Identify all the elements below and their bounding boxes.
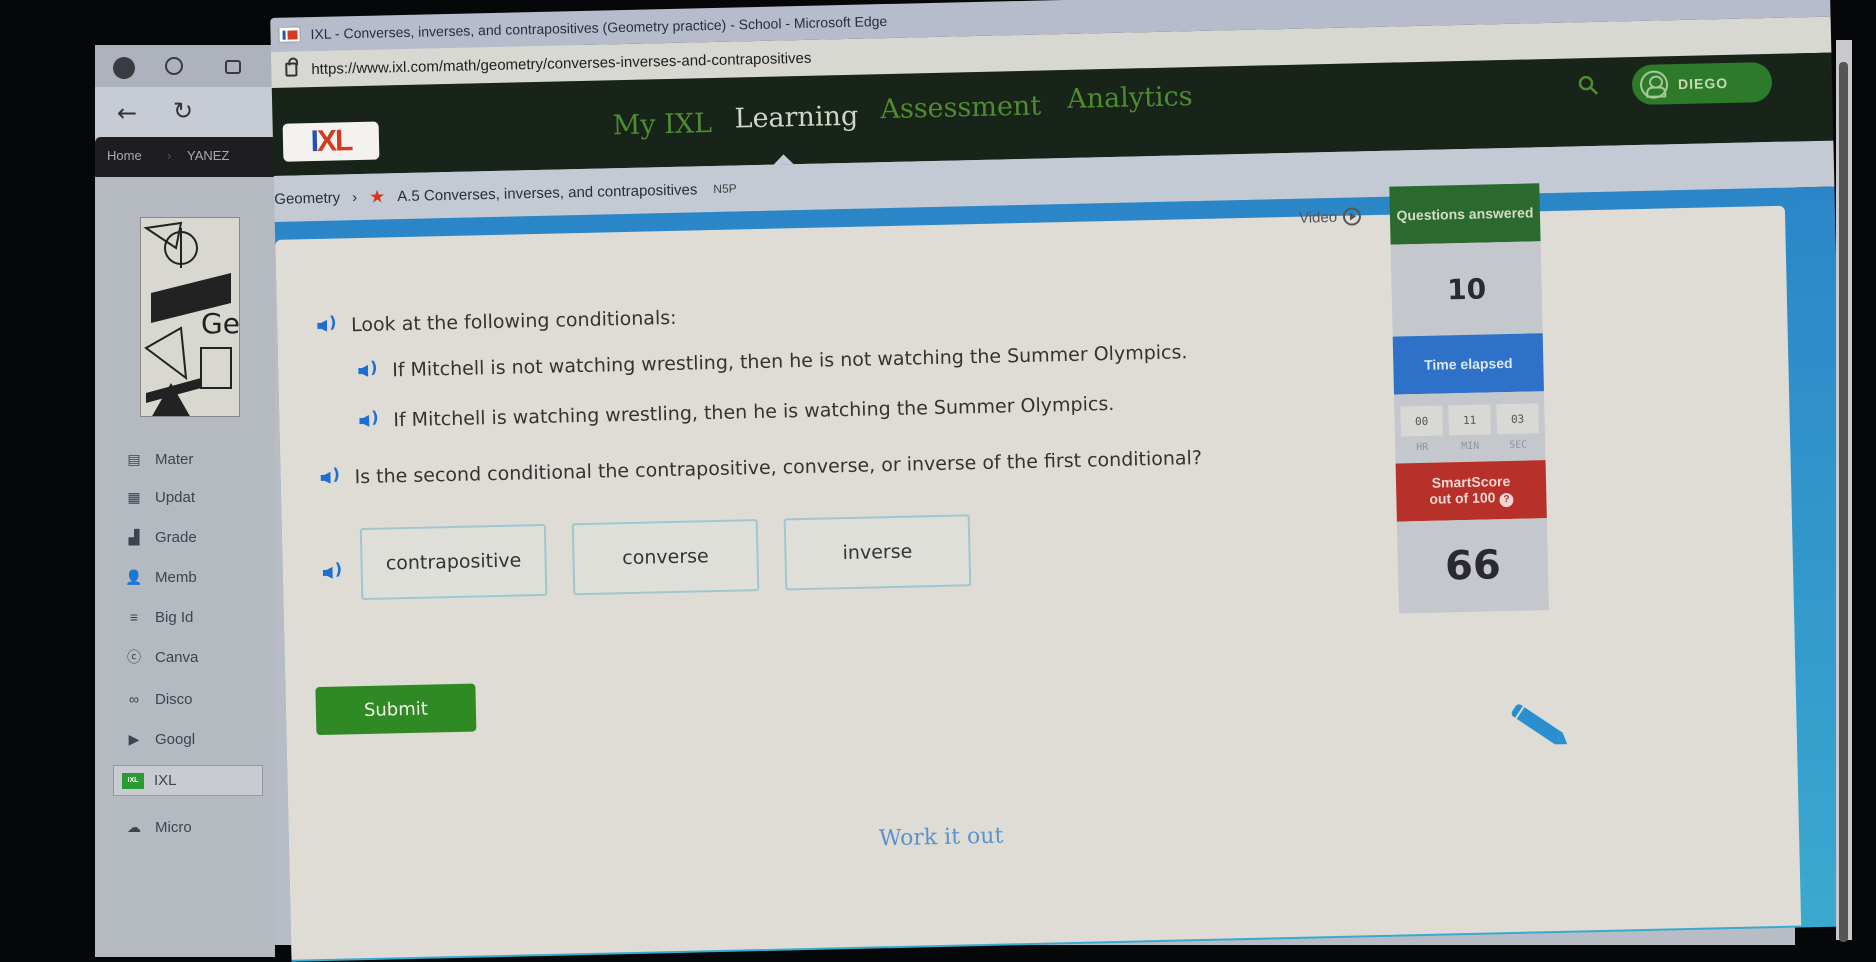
choice-contrapositive[interactable]: contrapositive (359, 523, 548, 601)
lock-icon[interactable] (285, 62, 298, 77)
speaker-icon[interactable] (320, 467, 342, 487)
pencil-icon[interactable] (1510, 702, 1572, 750)
edge-window: IXL - Converses, inverses, and contrapos… (270, 0, 1852, 962)
sidebar-item-ixl[interactable]: IXL IXL (113, 765, 263, 796)
ixl-favicon-icon (278, 26, 301, 43)
user-avatar-icon (1639, 70, 1669, 99)
question-intro: Look at the following conditionals: (317, 307, 677, 337)
sidebar-item-materials[interactable]: ▤ Mater (123, 449, 193, 469)
timer-minutes: 11 (1448, 404, 1491, 436)
practice-panel: Video Look at the following conditionals… (275, 183, 1802, 960)
smartscore-label: SmartScore out of 100? (1395, 460, 1547, 522)
skill-code: N5P (713, 181, 737, 196)
breadcrumb-subject[interactable]: Geometry (274, 189, 340, 207)
conditional-1: If Mitchell is not watching wrestling, t… (358, 341, 1188, 382)
canvas-course-sidebar: Ge ▤ Mater ▦ Updat ▟ Grade 👤 Memb ≡ Big Id ⓒ C… (95, 177, 275, 957)
time-elapsed-label: Time elapsed (1392, 333, 1544, 395)
canvas-breadcrumb: Home › YANEZ (95, 137, 275, 177)
submit-button[interactable]: Submit (315, 683, 477, 736)
question-prompt: Is the second conditional the contraposi… (320, 447, 1202, 489)
speaker-icon[interactable] (358, 361, 380, 381)
user-name: DIEGO (1677, 74, 1729, 93)
updates-icon: ▦ (127, 488, 141, 505)
sidebar-item-discord[interactable]: ∞ Disco (123, 689, 193, 709)
ixl-logo[interactable]: I XL (282, 121, 380, 162)
choices-speaker-icon[interactable] (323, 562, 345, 582)
timer-seconds: 03 (1496, 403, 1539, 435)
breadcrumb-home[interactable]: Home (107, 148, 142, 163)
svg-text:Ge: Ge (201, 307, 240, 340)
user-menu-button[interactable]: DIEGO (1631, 61, 1773, 106)
active-nav-indicator (773, 154, 794, 165)
tab-actions-icon[interactable] (225, 60, 241, 74)
stats-sidebar: Questions answered 10 Time elapsed 00 11… (1389, 183, 1549, 614)
profile-avatar-icon[interactable] (113, 57, 135, 79)
back-arrow-icon[interactable]: ← (117, 99, 137, 127)
time-elapsed: 00 11 03 HR MIN SEC (1394, 391, 1546, 464)
breadcrumb-course[interactable]: YANEZ (187, 148, 229, 163)
search-icon[interactable] (1577, 74, 1599, 96)
nav-my-ixl[interactable]: My IXL (612, 108, 712, 141)
google-meet-icon: ▶ (128, 730, 140, 747)
ixl-icon: IXL (122, 772, 144, 789)
conditional-2: If Mitchell is watching wrestling, then … (359, 393, 1114, 432)
reload-icon[interactable]: ↻ (173, 97, 193, 125)
choice-converse[interactable]: converse (571, 519, 760, 596)
page-scrollbar[interactable] (1836, 40, 1852, 942)
big-ideas-icon: ≡ (129, 609, 139, 625)
url-text[interactable]: https://www.ixl.com/math/geometry/conver… (311, 49, 811, 77)
discord-icon: ∞ (129, 691, 139, 707)
scrollbar-thumb[interactable] (1839, 62, 1848, 942)
breadcrumb-skill: A.5 Converses, inverses, and contraposit… (397, 180, 698, 205)
members-icon: 👤 (125, 568, 143, 585)
nav-analytics[interactable]: Analytics (1067, 81, 1193, 115)
sidebar-item-microsoft[interactable]: ☁ Micro (123, 817, 192, 837)
geometry-course-image: Ge (140, 217, 240, 417)
materials-icon: ▤ (127, 450, 141, 467)
work-it-out-link[interactable]: Work it out (879, 824, 1004, 852)
star-icon: ★ (368, 185, 386, 207)
timer-minutes-label: MIN (1461, 440, 1480, 453)
timer-hours-label: HR (1416, 441, 1429, 454)
help-icon[interactable]: ? (1499, 492, 1514, 508)
sidebar-item-grades[interactable]: ▟ Grade (123, 527, 197, 547)
sidebar-item-big-ideas[interactable]: ≡ Big Id (123, 607, 193, 627)
microsoft-icon: ☁ (127, 818, 141, 835)
sync-icon[interactable] (165, 57, 183, 75)
speaker-icon[interactable] (359, 411, 381, 431)
grades-icon: ▟ (128, 528, 140, 545)
video-link[interactable]: Video (1299, 207, 1362, 226)
choice-inverse[interactable]: inverse (783, 514, 972, 591)
breadcrumb-separator: › (351, 188, 358, 206)
canvas-icon: ⓒ (127, 649, 141, 665)
speaker-icon[interactable] (317, 316, 339, 336)
sidebar-item-canvas[interactable]: ⓒ Canva (123, 647, 198, 667)
sidebar-item-google[interactable]: ▶ Googl (123, 729, 195, 749)
sidebar-item-members[interactable]: 👤 Memb (123, 567, 196, 587)
play-icon (1342, 207, 1362, 226)
nav-learning[interactable]: Learning (734, 101, 858, 135)
sidebar-item-updates[interactable]: ▦ Updat (123, 487, 195, 507)
breadcrumb-separator: › (167, 148, 172, 163)
questions-answered-label: Questions answered (1389, 183, 1541, 245)
window-title: IXL - Converses, inverses, and contrapos… (310, 13, 888, 43)
nav-assessment[interactable]: Assessment (880, 91, 1041, 126)
timer-hours: 00 (1400, 405, 1443, 437)
smartscore-value: 66 (1396, 518, 1549, 614)
questions-answered-value: 10 (1390, 241, 1543, 337)
timer-seconds-label: SEC (1509, 439, 1528, 451)
